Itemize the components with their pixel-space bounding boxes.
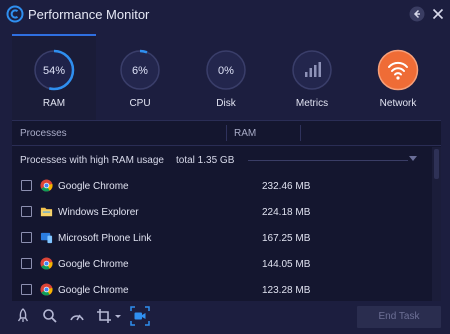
disk-percent-text: 0% [218,65,234,77]
process-name: Microsoft Phone Link [58,233,152,244]
process-checkbox[interactable] [21,206,32,217]
process-row[interactable]: Windows Explorer 224.18 MB [12,199,432,225]
process-ram: 144.05 MB [262,259,311,270]
folder-icon [40,207,53,217]
process-name: Google Chrome [58,285,129,296]
metrics-ring [292,50,332,90]
column-header-ram[interactable]: RAM [234,128,256,139]
process-checkbox[interactable] [21,284,32,295]
process-name: Google Chrome [58,259,129,270]
title-bar: Performance Monitor [0,0,450,30]
tab-cpu[interactable]: 6% CPU [111,34,169,120]
disk-usage-ring: 0% [206,50,246,90]
tab-disk-label: Disk [216,98,236,109]
tab-ram[interactable]: 54% RAM [12,34,96,120]
process-row[interactable]: Microsoft Phone Link 167.25 MB [12,225,432,251]
chevron-down-icon[interactable] [113,307,123,325]
process-row[interactable]: Google Chrome 232.46 MB [12,173,432,199]
process-ram: 167.25 MB [262,233,311,244]
process-checkbox[interactable] [21,180,32,191]
performance-monitor-window: Performance Monitor 54% RAM 6% CPU 0% Di… [0,0,450,334]
tab-ram-label: RAM [42,98,66,109]
app-logo-icon [6,5,24,23]
group-label: Processes with high RAM usage [20,155,164,166]
chrome-icon [40,283,53,296]
tab-network[interactable]: Network [368,34,428,120]
rocket-icon[interactable] [14,307,32,325]
network-ring [377,49,419,91]
process-panel: Processes RAM Processes with high RAM us… [12,120,441,301]
cpu-usage-ring: 6% [119,49,161,91]
process-name: Windows Explorer [58,207,139,218]
cpu-percent-text: 6% [132,65,148,77]
tab-disk[interactable]: 0% Disk [197,34,255,120]
process-checkbox[interactable] [21,232,32,243]
speedometer-icon[interactable] [68,307,86,325]
process-ram: 232.46 MB [262,181,311,192]
column-header-processes[interactable]: Processes [20,128,67,139]
table-header: Processes RAM [12,121,441,146]
process-name: Google Chrome [58,181,129,192]
column-divider [226,125,227,141]
scrollbar-thumb[interactable] [434,149,439,179]
phone-link-icon [40,232,53,244]
process-row[interactable]: Google Chrome 144.05 MB [12,251,432,277]
scrollbar[interactable] [432,147,441,301]
process-ram: 224.18 MB [262,207,311,218]
group-divider [248,160,408,161]
group-total: total 1.35 GB [176,155,235,166]
window-title: Performance Monitor [28,7,150,22]
back-button[interactable] [408,5,426,23]
chrome-icon [40,179,53,192]
crop-icon[interactable] [95,307,113,325]
chrome-icon [40,257,53,270]
metric-tabs: 54% RAM 6% CPU 0% Disk Metrics Network [0,34,450,120]
process-checkbox[interactable] [21,258,32,269]
tab-metrics[interactable]: Metrics [283,34,341,120]
ram-percent-text: 54% [43,65,65,77]
tab-network-label: Network [379,98,417,109]
column-divider [300,125,301,141]
footer-toolbar: End Task [0,300,450,334]
video-record-icon[interactable] [130,306,150,326]
close-button[interactable] [429,5,447,23]
process-group-header[interactable]: Processes with high RAM usage total 1.35… [12,149,432,171]
tab-metrics-label: Metrics [295,98,329,109]
end-task-button[interactable]: End Task [357,306,441,328]
search-icon[interactable] [41,307,59,325]
tab-cpu-label: CPU [129,98,151,109]
ram-usage-ring: 54% [33,49,75,91]
process-ram: 123.28 MB [262,285,311,296]
chevron-down-icon[interactable] [409,156,417,161]
